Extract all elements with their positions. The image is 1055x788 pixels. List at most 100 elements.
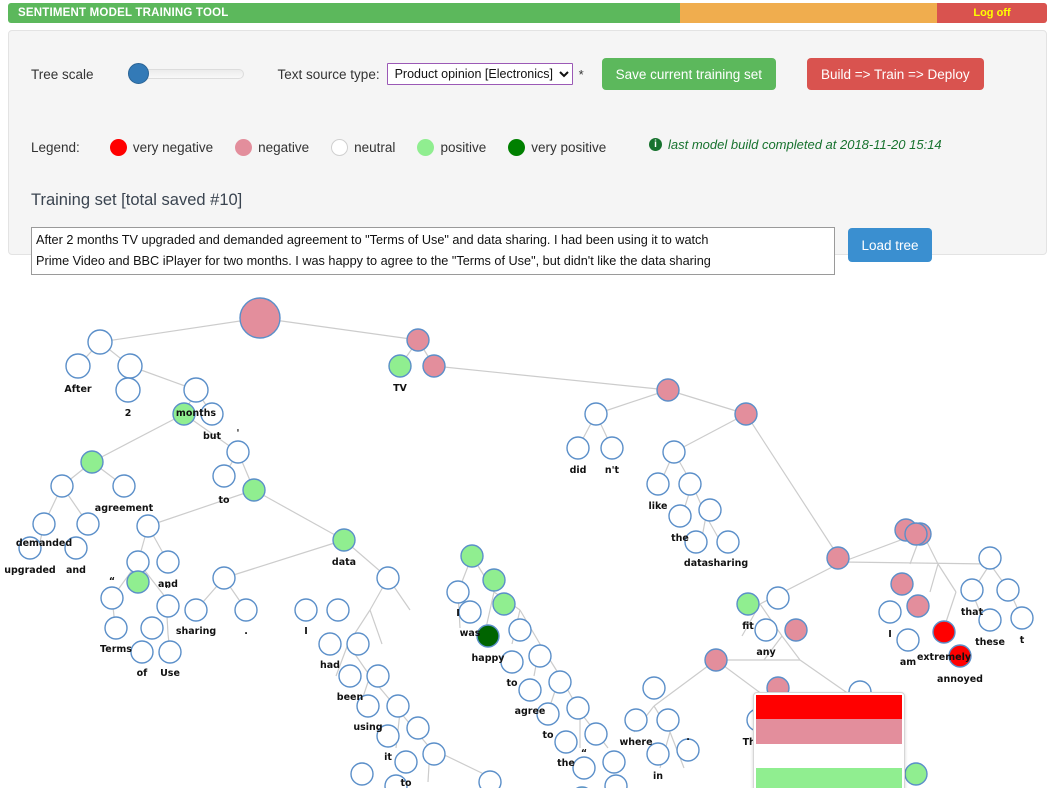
tree-node-label: data xyxy=(684,558,708,569)
tree-node[interactable] xyxy=(239,297,281,339)
tree-node[interactable] xyxy=(115,377,141,403)
tree-node[interactable] xyxy=(126,570,150,594)
tree-node[interactable] xyxy=(896,628,920,652)
tree-node[interactable] xyxy=(566,696,590,720)
logoff-button[interactable]: Log off xyxy=(937,3,1047,23)
tree-node[interactable] xyxy=(406,716,430,740)
tree-node[interactable] xyxy=(482,568,506,592)
tree-node[interactable] xyxy=(978,546,1002,570)
tree-node[interactable] xyxy=(394,750,418,774)
tree-node[interactable] xyxy=(338,664,362,688)
tree-node[interactable] xyxy=(584,402,608,426)
tree-node[interactable] xyxy=(602,750,626,774)
tree-node[interactable] xyxy=(736,592,760,616)
tree-node[interactable] xyxy=(332,528,356,552)
tree-node[interactable] xyxy=(698,498,722,522)
tree-node[interactable] xyxy=(183,377,209,403)
tree-node[interactable] xyxy=(554,730,578,754)
tree-node[interactable] xyxy=(130,640,154,664)
load-tree-button[interactable]: Load tree xyxy=(848,228,932,262)
tree-node[interactable] xyxy=(996,578,1020,602)
sentiment-tree[interactable]: After 2 months TV but ' agreement demanded upgra… xyxy=(0,262,1055,788)
tree-node[interactable] xyxy=(242,478,266,502)
tree-node[interactable] xyxy=(386,694,410,718)
tree-node[interactable] xyxy=(656,708,680,732)
tree-node[interactable] xyxy=(326,598,350,622)
tree-node[interactable] xyxy=(87,329,113,355)
tree-node[interactable] xyxy=(518,678,542,702)
tree-node[interactable] xyxy=(376,566,400,590)
build-train-deploy-button[interactable]: Build => Train => Deploy xyxy=(806,58,984,90)
tree-node[interactable] xyxy=(117,353,143,379)
tree-node[interactable] xyxy=(76,512,100,536)
tree-node[interactable] xyxy=(960,578,984,602)
tree-node[interactable] xyxy=(184,598,208,622)
tree-node[interactable] xyxy=(604,774,628,788)
tree-node[interactable] xyxy=(826,546,850,570)
tree-node[interactable] xyxy=(100,586,124,610)
tree-node[interactable] xyxy=(566,436,590,460)
tree-node[interactable] xyxy=(112,474,136,498)
tree-node[interactable] xyxy=(458,600,482,624)
tree-node[interactable] xyxy=(678,472,702,496)
tree-node[interactable] xyxy=(668,504,692,528)
tree-node[interactable] xyxy=(548,670,572,694)
slider-handle[interactable] xyxy=(127,63,149,84)
tree-node[interactable] xyxy=(234,598,258,622)
tree-node[interactable] xyxy=(346,632,370,656)
tree-node[interactable] xyxy=(572,756,596,780)
tree-node[interactable] xyxy=(734,402,758,426)
tree-node[interactable] xyxy=(508,618,532,642)
tree-node[interactable] xyxy=(422,354,446,378)
tree-node[interactable] xyxy=(642,676,666,700)
tree-node[interactable] xyxy=(646,472,670,496)
tree-node[interactable] xyxy=(446,580,470,604)
tree-node[interactable] xyxy=(32,512,56,536)
tree-node[interactable] xyxy=(212,464,236,488)
tree-node[interactable] xyxy=(294,598,318,622)
tree-node[interactable] xyxy=(226,440,250,464)
tree-node[interactable] xyxy=(1010,606,1034,630)
tree-node[interactable] xyxy=(388,354,412,378)
tree-node[interactable] xyxy=(704,648,728,672)
tree-node[interactable] xyxy=(104,616,128,640)
tree-node[interactable] xyxy=(136,514,160,538)
tree-node[interactable] xyxy=(158,640,182,664)
text-source-type-select[interactable]: Product opinion [Electronics] xyxy=(386,63,573,85)
tree-node[interactable] xyxy=(784,618,808,642)
tree-node[interactable] xyxy=(212,566,236,590)
tree-node[interactable] xyxy=(716,530,740,554)
tree-node[interactable] xyxy=(422,742,446,766)
tree-node[interactable] xyxy=(878,600,902,624)
tree-scale-slider[interactable] xyxy=(127,63,244,84)
tree-node[interactable] xyxy=(156,594,180,618)
tree-node[interactable] xyxy=(460,544,484,568)
tree-node[interactable] xyxy=(904,522,928,546)
tree-node[interactable] xyxy=(406,328,430,352)
tree-node[interactable] xyxy=(65,353,91,379)
tree-node[interactable] xyxy=(584,722,608,746)
save-training-set-button[interactable]: Save current training set xyxy=(601,58,776,90)
tree-node[interactable] xyxy=(624,708,648,732)
tree-node[interactable] xyxy=(478,770,502,788)
tree-node[interactable] xyxy=(366,664,390,688)
tree-node[interactable] xyxy=(318,632,342,656)
tree-node[interactable] xyxy=(904,762,928,786)
tree-node[interactable] xyxy=(528,644,552,668)
tree-node[interactable] xyxy=(350,762,374,786)
tree-node[interactable] xyxy=(126,550,150,574)
tree-node[interactable] xyxy=(600,436,624,460)
tree-node[interactable] xyxy=(754,618,778,642)
tree-node[interactable] xyxy=(156,550,180,574)
tree-node[interactable] xyxy=(890,572,914,596)
tree-node[interactable] xyxy=(662,440,686,464)
tree-node[interactable] xyxy=(906,594,930,618)
tree-node[interactable] xyxy=(80,450,104,474)
tree-node[interactable] xyxy=(492,592,516,616)
tree-node[interactable] xyxy=(932,620,956,644)
tree-node[interactable] xyxy=(766,586,790,610)
tree-node[interactable] xyxy=(140,616,164,640)
tree-node-label: I xyxy=(888,629,892,640)
tree-node[interactable] xyxy=(50,474,74,498)
tree-node[interactable] xyxy=(656,378,680,402)
